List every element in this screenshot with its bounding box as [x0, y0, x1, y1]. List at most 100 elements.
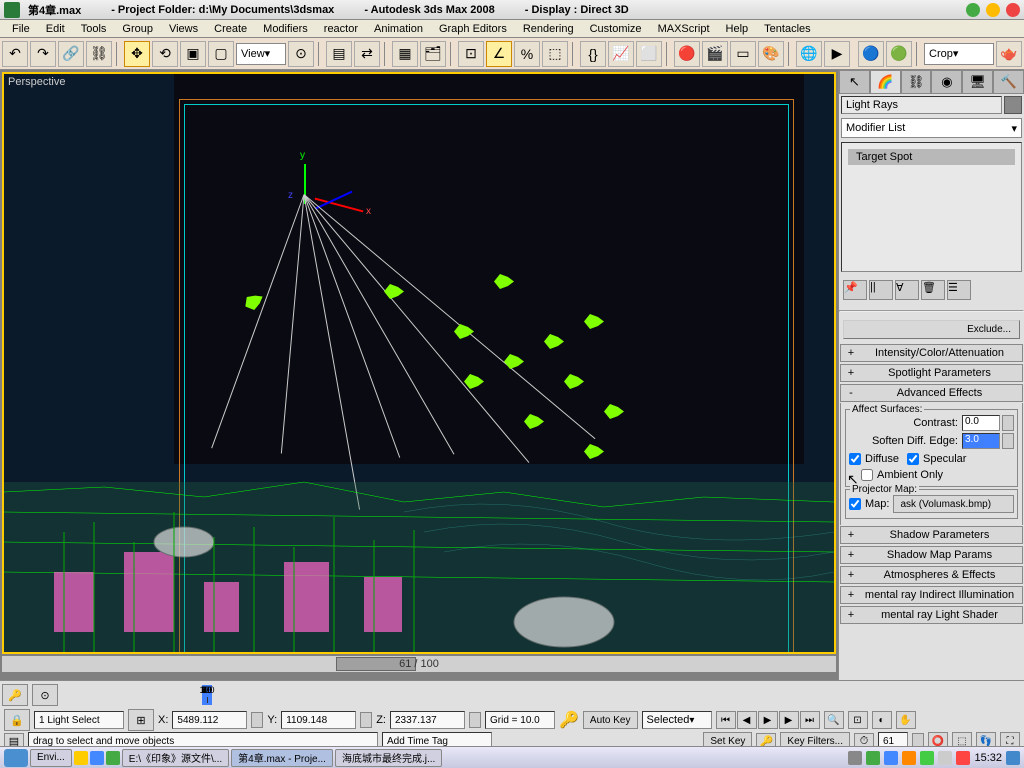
rollout-mental-indirect[interactable]: +mental ray Indirect Illumination	[840, 586, 1023, 604]
absolute-toggle[interactable]: ⊞	[128, 709, 154, 731]
tray-icon-8[interactable]	[1006, 751, 1020, 765]
ambient-only-checkbox[interactable]	[861, 469, 873, 481]
diffuse-checkbox[interactable]	[849, 453, 861, 465]
menu-views[interactable]: Views	[161, 23, 206, 35]
play-button[interactable]: ▶	[758, 711, 778, 729]
percent-snap-toggle[interactable]: %	[514, 41, 540, 67]
soften-spin-buttons[interactable]	[1002, 433, 1014, 449]
timeline-ruler[interactable]: 0102030405060708090100	[206, 686, 208, 704]
rollout-shadow-map[interactable]: +Shadow Map Params	[840, 546, 1023, 564]
motion-tab[interactable]: ◉	[931, 70, 962, 94]
quick-launch-2[interactable]	[90, 751, 104, 765]
unlink-button[interactable]: ⛓	[86, 41, 112, 67]
set-key-button[interactable]: 🔑	[2, 684, 28, 706]
schematic-button[interactable]: ⬜	[636, 41, 662, 67]
contrast-spinner[interactable]: 0.0	[962, 415, 1000, 431]
tray-icon-6[interactable]	[938, 751, 952, 765]
object-color-swatch[interactable]	[1004, 96, 1022, 114]
tray-icon-5[interactable]	[920, 751, 934, 765]
tray-icon-2[interactable]	[866, 751, 880, 765]
autokey-toggle[interactable]: Auto Key	[583, 711, 638, 729]
modifier-list-dropdown[interactable]: Modifier List▾	[841, 118, 1022, 138]
link-button[interactable]: 🔗	[58, 41, 84, 67]
show-end-button[interactable]: ||	[869, 280, 893, 300]
z-coord-field[interactable]: 2337.137	[390, 711, 465, 729]
named-sets-button[interactable]: {}	[580, 41, 606, 67]
tray-icon-1[interactable]	[848, 751, 862, 765]
create-tab[interactable]: ↖	[839, 70, 870, 94]
map-checkbox[interactable]	[849, 498, 861, 510]
close-button[interactable]	[1006, 3, 1020, 17]
projector-map-button[interactable]: ask (Volumask.bmp)	[893, 495, 1014, 513]
teapot-button[interactable]: 🫖	[996, 41, 1022, 67]
specular-checkbox[interactable]	[907, 453, 919, 465]
menu-create[interactable]: Create	[206, 23, 255, 35]
nav-zoom-button[interactable]: 🔍	[824, 711, 844, 729]
lock-selection-button[interactable]: 🔒	[4, 709, 30, 731]
perspective-viewport[interactable]: Perspective y x z	[2, 72, 836, 654]
goto-start-button[interactable]: ⏮	[716, 711, 736, 729]
y-coord-field[interactable]: 1109.148	[281, 711, 356, 729]
menu-maxscript[interactable]: MAXScript	[650, 23, 718, 35]
nav-zoom-all-button[interactable]: ⊡	[848, 711, 868, 729]
taskbar-item-3[interactable]: 第4章.max - Proje...	[231, 749, 333, 767]
menu-modifiers[interactable]: Modifiers	[255, 23, 316, 35]
tray-icon-4[interactable]	[902, 751, 916, 765]
timeline-slider[interactable]: 61 / 100	[2, 656, 836, 672]
align-button[interactable]: ▦	[392, 41, 418, 67]
contrast-spin-buttons[interactable]	[1002, 415, 1014, 431]
modifier-target-spot[interactable]: Target Spot	[848, 149, 1015, 165]
display-tab[interactable]: 🖥	[962, 70, 993, 94]
pivot-button[interactable]: ⊙	[288, 41, 314, 67]
tray-icon-7[interactable]	[956, 751, 970, 765]
tray-icon-3[interactable]	[884, 751, 898, 765]
menu-customize[interactable]: Customize	[582, 23, 650, 35]
rollout-shadow-params[interactable]: +Shadow Parameters	[840, 526, 1023, 544]
snap-toggle[interactable]: ⊡	[458, 41, 484, 67]
transform-gizmo[interactable]: y x z	[294, 154, 374, 234]
select-rotate-button[interactable]: ⟲	[152, 41, 178, 67]
render-last-button[interactable]: ▶	[824, 41, 850, 67]
x-coord-field[interactable]: 5489.112	[172, 711, 247, 729]
curve-editor-button[interactable]: 📈	[608, 41, 634, 67]
render-scene-button[interactable]: 🎬	[702, 41, 728, 67]
exclude-button[interactable]: Exclude...	[843, 320, 1020, 339]
menu-graph-editors[interactable]: Graph Editors	[431, 23, 515, 35]
taskbar-item-2[interactable]: E:\《印象》源文件\...	[122, 749, 229, 767]
taskbar-item-1[interactable]: Envi...	[30, 749, 72, 767]
rollout-advanced[interactable]: -Advanced Effects	[840, 384, 1023, 402]
rollout-spotlight[interactable]: +Spotlight Parameters	[840, 364, 1023, 382]
menu-group[interactable]: Group	[114, 23, 161, 35]
select-move-button[interactable]: ✥	[124, 41, 150, 67]
next-frame-button[interactable]: ▶	[779, 711, 799, 729]
goto-end-button[interactable]: ⏭	[800, 711, 820, 729]
select-scale-button[interactable]: ▣	[180, 41, 206, 67]
angle-snap-toggle[interactable]: ∠	[486, 41, 512, 67]
menu-file[interactable]: File	[4, 23, 38, 35]
mirror-button[interactable]: ⇄	[354, 41, 380, 67]
make-unique-button[interactable]: ∀	[895, 280, 919, 300]
layer-button[interactable]: 🗂	[420, 41, 446, 67]
reactor-2-button[interactable]: 🟢	[886, 41, 912, 67]
key-target-dropdown[interactable]: Selected ▾	[642, 711, 712, 729]
object-name-field[interactable]: Light Rays	[841, 96, 1002, 114]
rollout-mental-light[interactable]: +mental ray Light Shader	[840, 606, 1023, 624]
menu-animation[interactable]: Animation	[366, 23, 431, 35]
spinner-snap-toggle[interactable]: ⬚	[542, 41, 568, 67]
redo-button[interactable]: ↷	[30, 41, 56, 67]
maximize-button[interactable]	[986, 3, 1000, 17]
quick-launch-3[interactable]	[106, 751, 120, 765]
menu-tentacles[interactable]: Tentacles	[756, 23, 818, 35]
undo-button[interactable]: ↶	[2, 41, 28, 67]
utilities-tab[interactable]: 🔨	[993, 70, 1024, 94]
ref-coord-dropdown[interactable]: View ▾	[236, 43, 286, 65]
menu-reactor[interactable]: reactor	[316, 23, 366, 35]
minimize-button[interactable]	[966, 3, 980, 17]
hierarchy-tab[interactable]: ⛓	[901, 70, 932, 94]
menu-rendering[interactable]: Rendering	[515, 23, 582, 35]
modifier-stack[interactable]: Target Spot	[841, 142, 1022, 272]
remove-mod-button[interactable]: 🗑	[921, 280, 945, 300]
menu-help[interactable]: Help	[718, 23, 757, 35]
nav-fov-button[interactable]: ◐	[872, 711, 892, 729]
prev-frame-button[interactable]: ◀	[737, 711, 757, 729]
